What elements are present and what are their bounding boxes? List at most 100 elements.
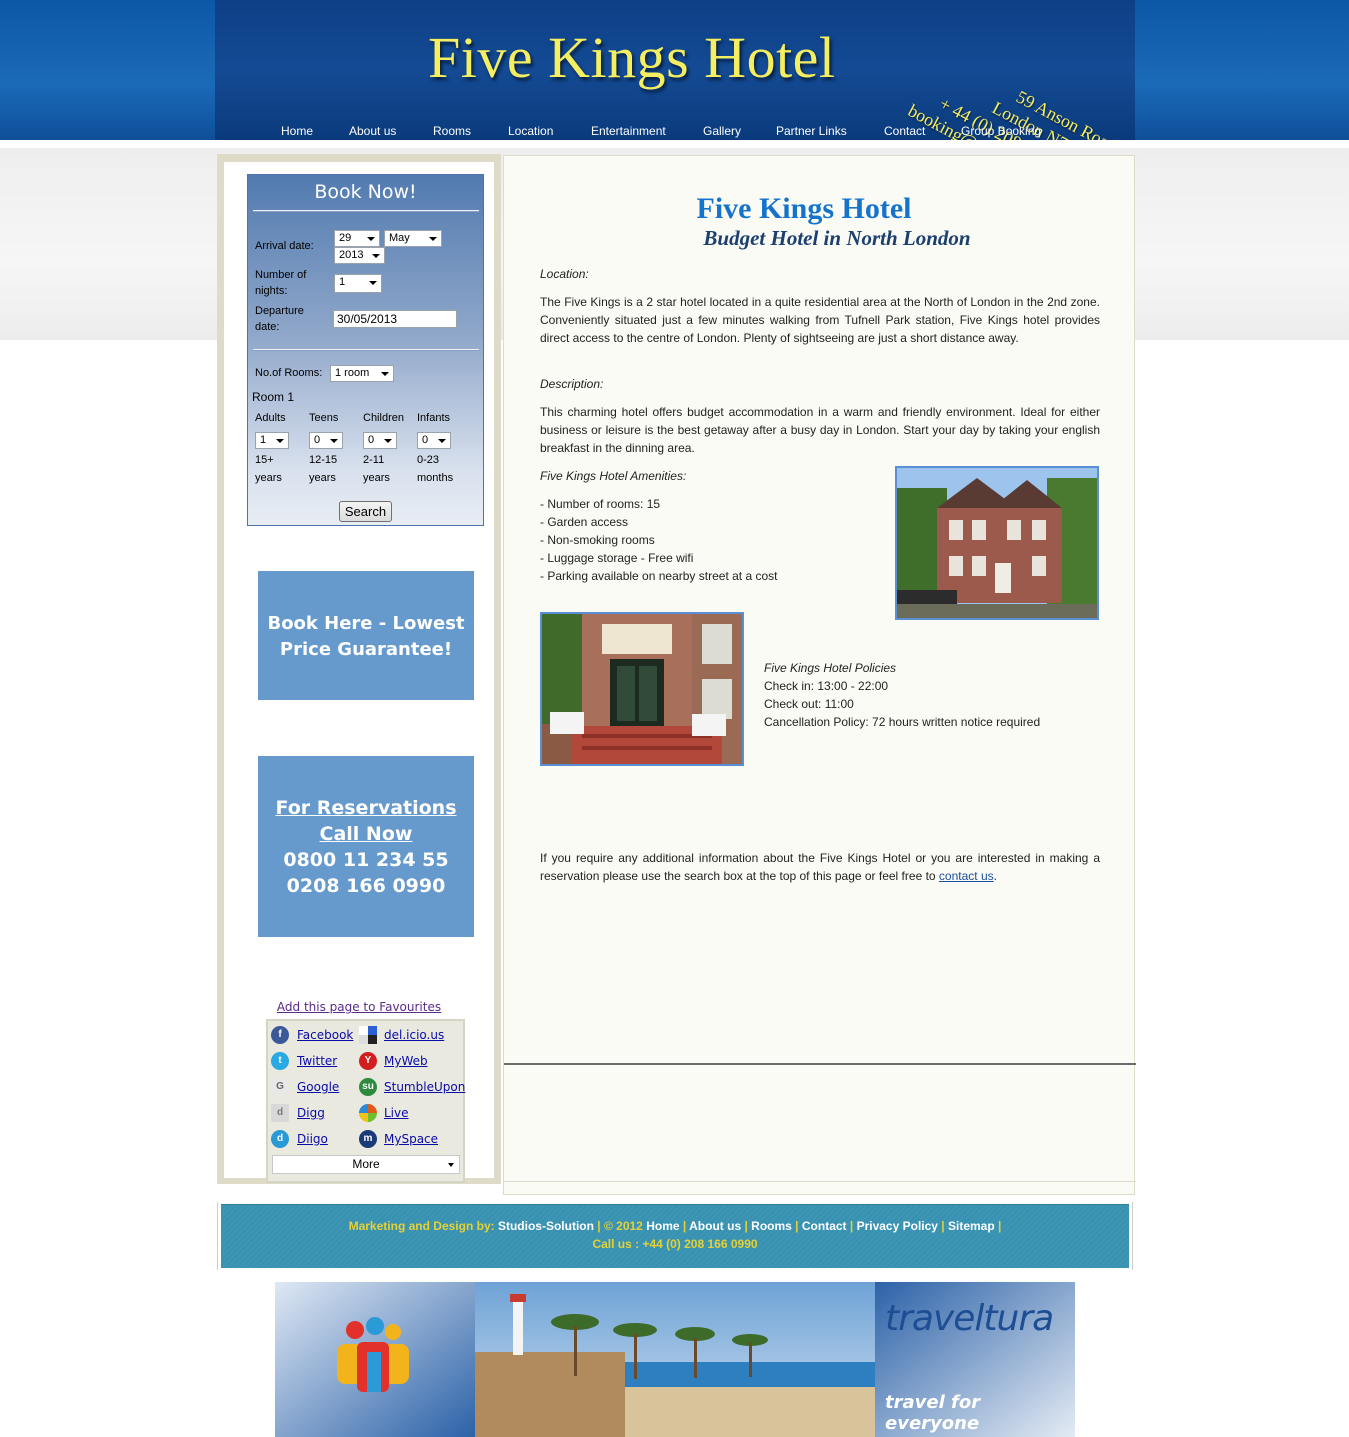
share-myweb[interactable]: MyWeb <box>384 1054 428 1068</box>
more-share-select[interactable]: More <box>272 1155 460 1174</box>
studios-solution-link[interactable]: Studios-Solution <box>498 1219 594 1233</box>
page-title: Five Kings Hotel <box>696 192 912 225</box>
traveltura-banner[interactable]: traveltura travel for everyone <box>275 1282 1075 1437</box>
description-text: This charming hotel offers budget accomm… <box>540 405 1100 455</box>
adults-select[interactable]: 1 <box>255 432 289 449</box>
traveltura-tagline: travel for everyone <box>885 1392 981 1434</box>
share-twitter[interactable]: Twitter <box>297 1054 337 1068</box>
rooms-label: No.of Rooms: <box>255 367 323 379</box>
footer-home-link[interactable]: Home <box>646 1219 679 1233</box>
contact-us-link[interactable]: contact us <box>939 869 994 883</box>
share-diigo[interactable]: Diigo <box>297 1132 328 1146</box>
nav-entertainment[interactable]: Entertainment <box>591 124 666 138</box>
arrival-label: Arrival date: <box>255 240 314 252</box>
footer-sitemap-link[interactable]: Sitemap <box>948 1219 995 1233</box>
stumbleupon-icon[interactable]: su <box>359 1078 377 1096</box>
promo-line2: Price Guarantee! <box>279 639 453 660</box>
departure-label-line1: Departure <box>255 305 304 317</box>
nights-label-line1: Number of <box>255 269 307 281</box>
children-age: 2-11 <box>363 454 385 466</box>
share-delicious[interactable]: del.icio.us <box>384 1028 444 1042</box>
share-stumbleupon[interactable]: StumbleUpon <box>384 1080 465 1094</box>
footer-privacy-link[interactable]: Privacy Policy <box>857 1219 938 1233</box>
delicious-icon[interactable] <box>359 1026 377 1044</box>
main-nav: Home About us Rooms Location Entertainme… <box>215 124 1135 140</box>
nav-rooms[interactable]: Rooms <box>433 124 471 138</box>
share-myspace[interactable]: MySpace <box>384 1132 438 1146</box>
digg-icon[interactable]: d <box>271 1104 289 1122</box>
footer-call: Call us : +44 (0) 208 166 0990 <box>592 1237 758 1251</box>
hotel-logo[interactable]: Five Kings Hotel <box>428 24 836 91</box>
arrival-month-select[interactable]: May <box>384 230 442 247</box>
policy-item: Check in: 13:00 - 22:00 <box>764 679 889 693</box>
footer-contact-link[interactable]: Contact <box>802 1219 847 1233</box>
sidebar: Book Now! Arrival date: 29 May 2013 Numb… <box>217 154 501 1184</box>
infants-label: Infants <box>417 412 451 424</box>
arrival-year-select[interactable]: 2013 <box>334 247 385 264</box>
content-divider <box>504 1063 1136 1065</box>
teens-label: Teens <box>309 412 339 424</box>
children-age-unit: years <box>363 472 390 484</box>
teens-age-unit: years <box>309 472 336 484</box>
closing-period: . <box>993 869 997 883</box>
arrival-day-select[interactable]: 29 <box>334 230 380 247</box>
reservations-line1[interactable]: For Reservations <box>258 795 474 821</box>
description-heading: Description: <box>540 377 604 391</box>
search-button[interactable]: Search <box>339 501 392 522</box>
site-footer: Marketing and Design by: Studios-Solutio… <box>221 1204 1129 1268</box>
booking-form: Book Now! Arrival date: 29 May 2013 Numb… <box>247 174 484 526</box>
reservations-phone1: 0800 11 234 55 <box>283 849 449 871</box>
hotel-entrance-image <box>542 614 742 764</box>
lowest-price-banner[interactable]: Book Here - Lowest Price Guarantee! <box>258 571 474 700</box>
copyright: | © 2012 <box>597 1219 643 1233</box>
departure-date-field[interactable]: 30/05/2013 <box>333 310 457 328</box>
windows-live-icon[interactable] <box>359 1104 377 1122</box>
adults-age: 15+ <box>255 454 274 466</box>
hotel-exterior-image <box>897 468 1097 618</box>
infants-age-unit: months <box>417 472 454 484</box>
children-select[interactable]: 0 <box>363 432 397 449</box>
twitter-icon[interactable]: t <box>271 1052 289 1070</box>
rooms-select[interactable]: 1 room <box>330 365 394 382</box>
nav-gallery[interactable]: Gallery <box>703 124 741 138</box>
nav-home[interactable]: Home <box>281 124 313 138</box>
share-live[interactable]: Live <box>384 1106 409 1120</box>
adults-age-unit: years <box>255 472 282 484</box>
nights-select[interactable]: 1 <box>334 274 382 293</box>
amenity-item: - Garden access <box>540 515 629 529</box>
policy-item: Check out: 11:00 <box>764 697 854 711</box>
teens-age: 12-15 <box>309 454 338 466</box>
diigo-icon[interactable]: d <box>271 1130 289 1148</box>
nights-label-line2: nights: <box>255 285 288 297</box>
divider <box>253 210 479 212</box>
promo-line1: Book Here - Lowest <box>267 613 465 634</box>
nav-about-us[interactable]: About us <box>349 124 396 138</box>
location-text: The Five Kings is a 2 star hotel located… <box>540 295 1100 345</box>
amenity-item: - Number of rooms: 15 <box>540 497 661 511</box>
amenities-heading: Five Kings Hotel Amenities: <box>540 469 687 483</box>
nav-group-booking[interactable]: Group Booking <box>961 124 1041 138</box>
add-favourites-link[interactable]: Add this page to Favourites <box>224 1000 494 1014</box>
share-google[interactable]: Google <box>297 1080 339 1094</box>
yahoo-myweb-icon[interactable]: Y <box>359 1052 377 1070</box>
share-digg[interactable]: Digg <box>297 1106 325 1120</box>
hotel-entrance-photo[interactable] <box>540 612 744 766</box>
teens-select[interactable]: 0 <box>309 432 343 449</box>
infants-select[interactable]: 0 <box>417 432 451 449</box>
reservations-line2[interactable]: Call Now <box>258 821 474 847</box>
share-facebook[interactable]: Facebook <box>297 1028 353 1042</box>
policies-list: Check in: 13:00 - 22:00 Check out: 11:00… <box>764 677 1104 731</box>
traveltura-brand: traveltura <box>885 1298 1054 1339</box>
myspace-icon[interactable]: m <box>359 1130 377 1148</box>
nav-contact[interactable]: Contact <box>884 124 925 138</box>
footer-rooms-link[interactable]: Rooms <box>751 1219 792 1233</box>
amenity-item: - Parking available on nearby street at … <box>540 569 778 583</box>
footer-about-link[interactable]: About us <box>689 1219 741 1233</box>
facebook-icon[interactable]: f <box>271 1026 289 1044</box>
google-icon[interactable]: G <box>271 1078 289 1096</box>
nav-partner-links[interactable]: Partner Links <box>776 124 847 138</box>
site-header: Five Kings Hotel 59 Anson Road London N7… <box>215 0 1135 140</box>
hotel-exterior-photo[interactable] <box>895 466 1099 620</box>
marketing-label: Marketing and Design by: <box>348 1219 495 1233</box>
nav-location[interactable]: Location <box>508 124 553 138</box>
